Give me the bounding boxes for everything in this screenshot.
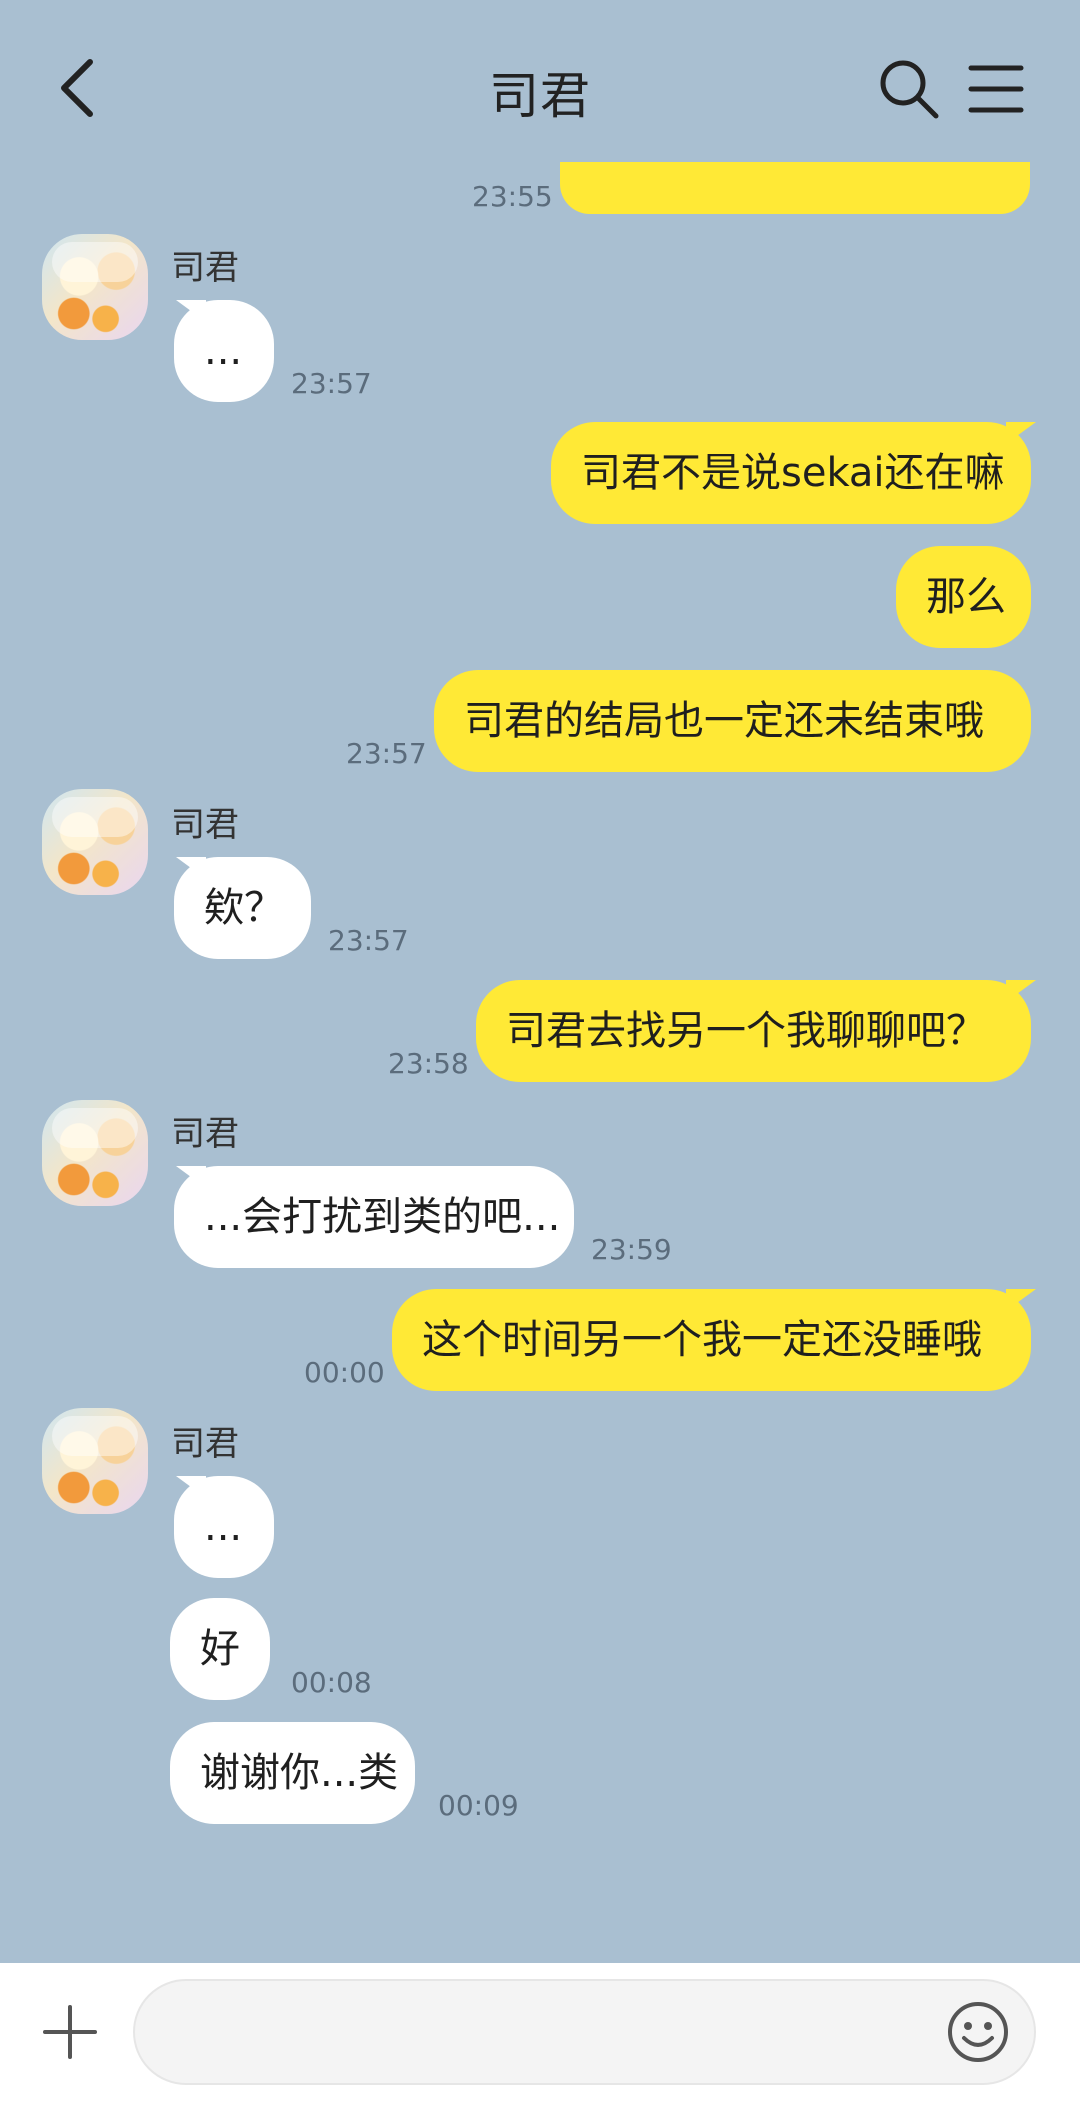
message-bubble-other[interactable]: 谢谢你...类 [170,1722,415,1824]
message-bubble-other[interactable]: ... [174,300,274,402]
message-bubble-mine[interactable]: 司君去找另一个我聊聊吧？ [476,980,1031,1082]
timestamp: 00:00 [304,1356,385,1389]
timestamp: 23:57 [291,367,372,400]
message-bubble-other[interactable]: 欸？ [174,857,311,959]
contact-avatar[interactable] [42,789,148,895]
message-input[interactable] [133,1979,1036,2085]
message-bubble-other[interactable]: ...会打扰到类的吧... [174,1166,574,1268]
message-bubble-other[interactable]: 好 [170,1598,270,1700]
message-bubble-mine[interactable]: 司君的结局也一定还未结束哦 [434,670,1031,772]
message-bubble-mine-cap [560,162,1030,214]
message-bubble-mine[interactable]: 那么 [896,546,1031,648]
sender-name: 司君 [171,248,239,288]
hamburger-menu-icon[interactable] [968,64,1024,114]
timestamp: 23:55 [472,180,553,213]
contact-avatar[interactable] [42,234,148,340]
plus-icon[interactable] [42,2004,98,2060]
message-bubble-mine[interactable]: 司君不是说sekai还在嘛 [551,422,1031,524]
contact-avatar[interactable] [42,1100,148,1206]
search-icon[interactable] [878,58,940,120]
timestamp: 23:57 [346,737,427,770]
message-bubble-mine[interactable]: 这个时间另一个我一定还没睡哦 [392,1289,1031,1391]
timestamp: 00:09 [438,1789,519,1822]
timestamp: 23:58 [388,1047,469,1080]
message-bubble-other[interactable]: ... [174,1476,274,1578]
emoji-icon[interactable] [946,2000,1010,2064]
timestamp: 00:08 [291,1666,372,1699]
contact-avatar[interactable] [42,1408,148,1514]
timestamp: 23:57 [328,924,409,957]
sender-name: 司君 [171,805,239,845]
sender-name: 司君 [171,1114,239,1154]
sender-name: 司君 [171,1424,239,1464]
timestamp: 23:59 [591,1233,672,1266]
